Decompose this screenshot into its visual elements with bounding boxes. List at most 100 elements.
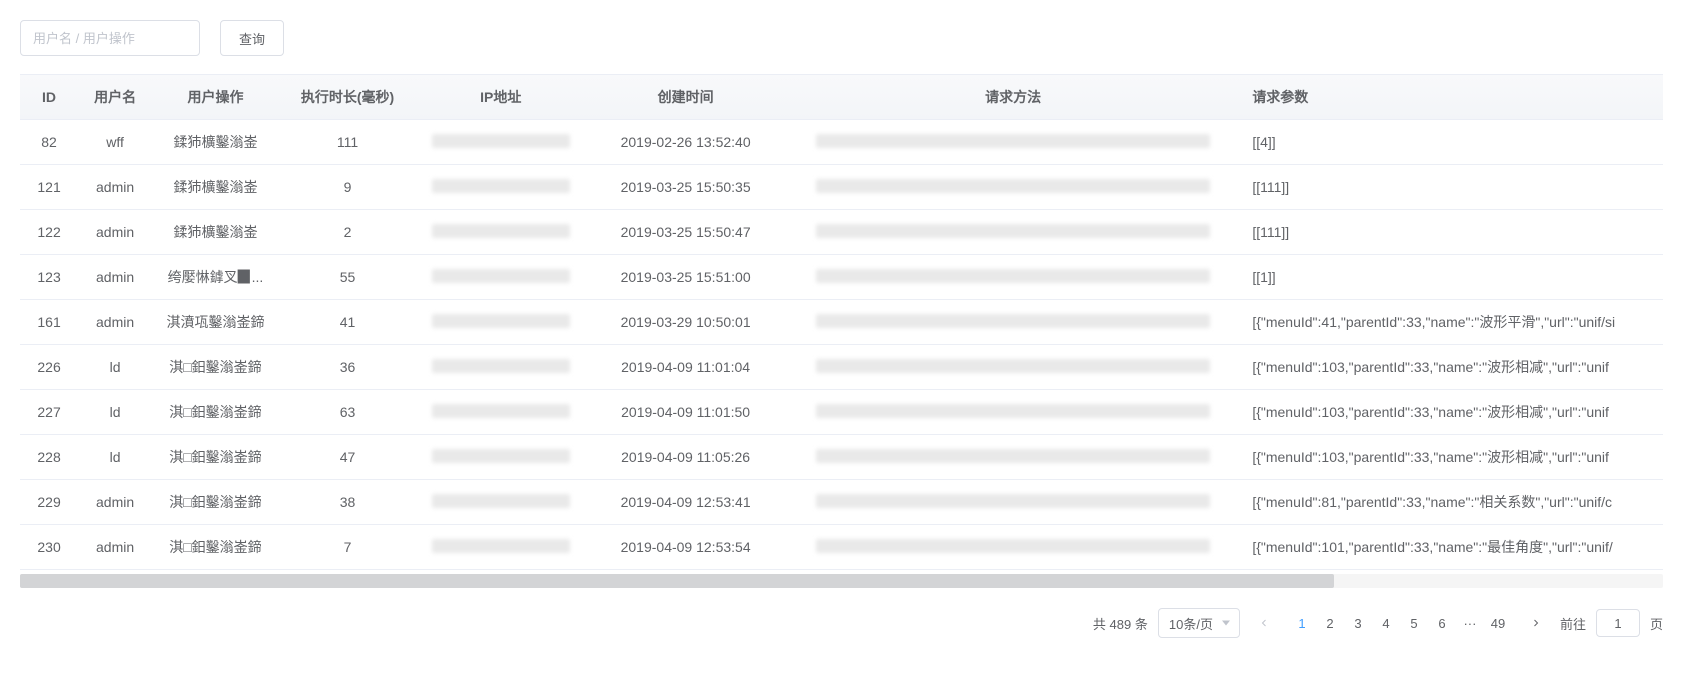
cell-id: 121	[20, 165, 78, 210]
page-number-3[interactable]: 3	[1344, 609, 1372, 637]
cell-param: [{"menuId":103,"parentId":33,"name":"波形相…	[1240, 435, 1663, 480]
table-row: 227ld淇□鈤鑿滃崟鍗632019-04-09 11:01:50[{"menu…	[20, 390, 1663, 435]
table-header-row: ID 用户名 用户操作 执行时长(毫秒) IP地址 创建时间 请求方法 请求参数	[20, 75, 1663, 120]
redacted-method	[816, 224, 1210, 238]
cell-method	[786, 345, 1240, 390]
cell-dur: 111	[279, 120, 416, 165]
page-ellipsis: ···	[1456, 609, 1484, 637]
total-prefix: 共	[1093, 617, 1106, 632]
cell-user: ld	[78, 345, 152, 390]
horizontal-scrollbar-thumb[interactable]	[20, 574, 1334, 588]
cell-param: [{"menuId":103,"parentId":33,"name":"波形相…	[1240, 390, 1663, 435]
next-page-button[interactable]	[1522, 609, 1550, 637]
cell-dur: 63	[279, 390, 416, 435]
cell-method	[786, 480, 1240, 525]
chevron-right-icon	[1530, 617, 1542, 629]
cell-time: 2019-03-29 10:50:01	[585, 300, 786, 345]
cell-ip	[416, 345, 585, 390]
query-button[interactable]: 查询	[220, 20, 284, 56]
cell-time: 2019-02-26 13:52:40	[585, 120, 786, 165]
cell-param: [[4]]	[1240, 120, 1663, 165]
cell-user: admin	[78, 480, 152, 525]
cell-user: admin	[78, 210, 152, 255]
cell-ip	[416, 525, 585, 570]
cell-time: 2019-04-09 12:53:41	[585, 480, 786, 525]
column-param: 请求参数	[1240, 75, 1663, 120]
table-row: 122admin鍒犻櫎鑿滃崟22019-03-25 15:50:47[[111]…	[20, 210, 1663, 255]
log-table: ID 用户名 用户操作 执行时长(毫秒) IP地址 创建时间 请求方法 请求参数…	[20, 75, 1663, 570]
page-number-49[interactable]: 49	[1484, 609, 1512, 637]
cell-user: ld	[78, 390, 152, 435]
goto-label: 前往	[1560, 614, 1586, 633]
cell-param: [{"menuId":41,"parentId":33,"name":"波形平滑…	[1240, 300, 1663, 345]
cell-op: 鍒犻櫎鑿滃崟	[152, 165, 279, 210]
redacted-ip	[432, 494, 570, 508]
horizontal-scrollbar[interactable]	[20, 574, 1663, 588]
cell-time: 2019-04-09 11:01:50	[585, 390, 786, 435]
column-op: 用户操作	[152, 75, 279, 120]
redacted-method	[816, 179, 1210, 193]
column-id: ID	[20, 75, 78, 120]
redacted-ip	[432, 224, 570, 238]
cell-ip	[416, 120, 585, 165]
redacted-ip	[432, 359, 570, 373]
cell-id: 122	[20, 210, 78, 255]
pagination: 共 489 条 10条/页 123456···49 前往 页	[20, 608, 1663, 638]
cell-user: admin	[78, 165, 152, 210]
cell-op: 淇□鈤鑿滃崟鍗	[152, 525, 279, 570]
cell-user: wff	[78, 120, 152, 165]
cell-dur: 9	[279, 165, 416, 210]
redacted-ip	[432, 134, 570, 148]
cell-id: 226	[20, 345, 78, 390]
page-number-4[interactable]: 4	[1372, 609, 1400, 637]
cell-op: 绔嬮惏鎼叉▉...	[152, 255, 279, 300]
prev-page-button[interactable]	[1250, 609, 1278, 637]
toolbar: 查询	[20, 20, 1663, 56]
search-input[interactable]	[20, 20, 200, 56]
total-label: 共 489 条	[1093, 614, 1148, 633]
cell-user: admin	[78, 300, 152, 345]
table-row: 228ld淇□鈤鑿滃崟鍗472019-04-09 11:05:26[{"menu…	[20, 435, 1663, 480]
goto-page-input[interactable]	[1596, 609, 1640, 637]
cell-method	[786, 255, 1240, 300]
goto-suffix: 页	[1650, 614, 1663, 633]
cell-dur: 55	[279, 255, 416, 300]
cell-id: 82	[20, 120, 78, 165]
cell-ip	[416, 165, 585, 210]
page-number-2[interactable]: 2	[1316, 609, 1344, 637]
cell-dur: 36	[279, 345, 416, 390]
cell-id: 230	[20, 525, 78, 570]
table-row: 123admin绔嬮惏鎼叉▉...552019-03-25 15:51:00[[…	[20, 255, 1663, 300]
column-ip: IP地址	[416, 75, 585, 120]
redacted-method	[816, 314, 1210, 328]
cell-time: 2019-04-09 11:01:04	[585, 345, 786, 390]
redacted-method	[816, 449, 1210, 463]
page-number-5[interactable]: 5	[1400, 609, 1428, 637]
cell-dur: 2	[279, 210, 416, 255]
cell-param: [{"menuId":103,"parentId":33,"name":"波形相…	[1240, 345, 1663, 390]
cell-method	[786, 390, 1240, 435]
table-row: 226ld淇□鈤鑿滃崟鍗362019-04-09 11:01:04[{"menu…	[20, 345, 1663, 390]
cell-user: admin	[78, 525, 152, 570]
cell-param: [[111]]	[1240, 165, 1663, 210]
page-number-1[interactable]: 1	[1288, 609, 1316, 637]
cell-method	[786, 525, 1240, 570]
page-size-select[interactable]: 10条/页	[1158, 608, 1240, 638]
cell-time: 2019-04-09 11:05:26	[585, 435, 786, 480]
column-time: 创建时间	[585, 75, 786, 120]
chevron-left-icon	[1258, 617, 1270, 629]
cell-param: [{"menuId":81,"parentId":33,"name":"相关系数…	[1240, 480, 1663, 525]
cell-method	[786, 435, 1240, 480]
cell-id: 161	[20, 300, 78, 345]
cell-param: [{"menuId":101,"parentId":33,"name":"最佳角…	[1240, 525, 1663, 570]
cell-time: 2019-03-25 15:50:35	[585, 165, 786, 210]
cell-ip	[416, 480, 585, 525]
cell-id: 228	[20, 435, 78, 480]
redacted-ip	[432, 314, 570, 328]
cell-time: 2019-03-25 15:51:00	[585, 255, 786, 300]
cell-param: [[1]]	[1240, 255, 1663, 300]
page-number-6[interactable]: 6	[1428, 609, 1456, 637]
cell-id: 229	[20, 480, 78, 525]
cell-user: ld	[78, 435, 152, 480]
column-user: 用户名	[78, 75, 152, 120]
